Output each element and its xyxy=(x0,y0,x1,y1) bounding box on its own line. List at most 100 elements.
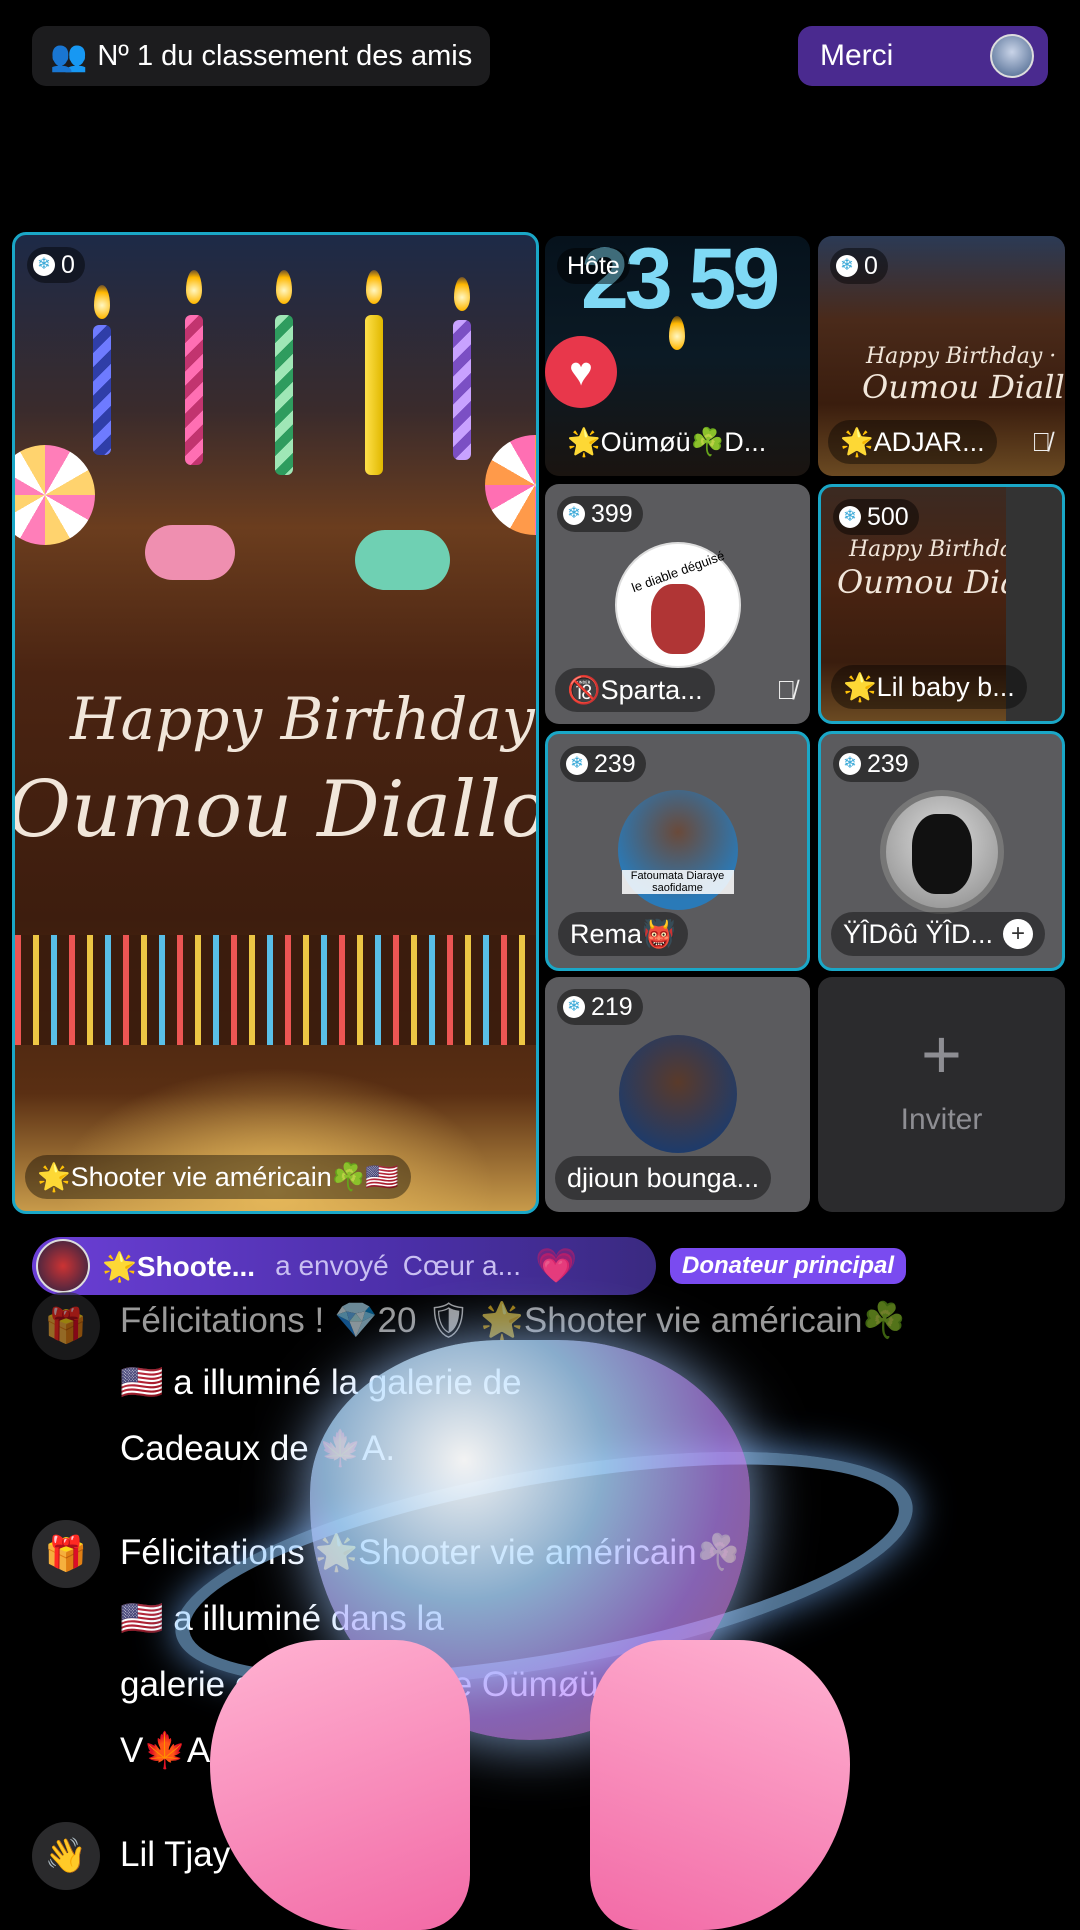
invite-button[interactable]: + Inviter xyxy=(818,977,1065,1212)
cake-text-line1: Happy Birthday · xyxy=(70,685,539,753)
guest-name: 🌟ADJAR... xyxy=(840,427,985,457)
cake-text-line2: Oumou Diallo xyxy=(12,765,539,855)
macaron-decoration xyxy=(355,530,450,590)
chat-message: Félicitations 🌟Shooter vie américain☘️ 🇺… xyxy=(120,1520,1050,1784)
mic-muted-icon: 🎙̸ xyxy=(1031,427,1052,457)
mask-image xyxy=(650,584,705,654)
wave-hand-icon: 👋 xyxy=(32,1822,100,1890)
ranking-label: Nº 1 du classement des amis xyxy=(97,39,473,72)
heart-gift-icon: 💗 xyxy=(534,1247,578,1285)
gem-count: 500 xyxy=(867,502,909,531)
guest-tile[interactable]: le diable déguisé ❄ 399 🔞Sparta... 🎙̸ xyxy=(545,484,810,724)
chat-line: Cadeaux de 🍁A. xyxy=(120,1429,396,1468)
guest-name-label: ŸÎDôû ŸÎD... + xyxy=(831,912,1046,956)
gem-count-badge: ❄ 239 xyxy=(560,746,646,782)
gem-icon: ❄ xyxy=(836,255,858,277)
guest-tile[interactable]: ❄ 239 ŸÎDôû ŸÎD... + xyxy=(818,731,1065,971)
gift-sender: 🌟Shoote... xyxy=(102,1250,256,1282)
chat-line: galerie de Cadeaux de Oümøü elløᅠ🍂S🌿 xyxy=(120,1665,808,1704)
gem-count: 239 xyxy=(867,749,909,778)
gift-icon: 🎁 xyxy=(32,1292,100,1360)
friends-icon: 👥 xyxy=(50,39,88,73)
guest-avatar xyxy=(879,790,1004,914)
gem-icon: ❄ xyxy=(839,506,861,528)
gem-count: 399 xyxy=(591,499,633,528)
plus-icon: + xyxy=(921,1015,962,1093)
candle-flame xyxy=(276,270,292,304)
gem-icon: ❄ xyxy=(33,254,55,276)
gem-icon: ❄ xyxy=(563,996,585,1018)
gem-count: 0 xyxy=(61,250,75,279)
guest-tile[interactable]: Fatoumata Diaraye saofidame ❄ 239 Rema👹 xyxy=(545,731,810,971)
gem-count-badge: ❄ 219 xyxy=(557,989,643,1025)
lollipop-decoration xyxy=(15,445,95,545)
thanks-button[interactable]: Merci xyxy=(798,26,1048,86)
macaron-decoration xyxy=(145,525,235,580)
guest-tile[interactable]: ❄ 219 djioun bounga... xyxy=(545,977,810,1212)
mic-muted-icon: 🎙̸ xyxy=(776,675,797,705)
chat-line: 🇺🇸 a illuminé la galerie de xyxy=(120,1363,522,1402)
candle-flame xyxy=(94,285,110,319)
sender-avatar xyxy=(36,1239,90,1293)
guest-name: 🌟Oümøü☘️D... xyxy=(567,427,767,457)
sprinkles-band xyxy=(15,935,536,1045)
host-name: 🌟Shooter vie américain☘️🇺🇸 xyxy=(37,1162,399,1192)
guest-name-label: 🌟Lil baby b... xyxy=(831,665,1027,709)
chat-message: Félicitations ! 💎20 🛡 🌟Shooter vie améri… xyxy=(120,1288,1050,1354)
gift-name: Cœur a... xyxy=(402,1250,521,1281)
guest-name-label: Rema👹 xyxy=(558,912,688,956)
host-badge: Hôte xyxy=(557,248,630,284)
guest-name-label: 🌟ADJAR... xyxy=(828,420,997,464)
guest-tile-host[interactable]: 23 59 ♥ Hôte 🌟Oümøü☘️D... xyxy=(545,236,810,476)
chat-message: 🇺🇸 a illuminé la galerie de Cadeaux de 🍁… xyxy=(120,1350,1050,1482)
candle-flame xyxy=(186,270,202,304)
candle xyxy=(453,320,471,460)
gem-count: 0 xyxy=(864,251,878,280)
candle xyxy=(93,325,111,455)
chat-line: Lil Tjay a rejoint xyxy=(120,1835,365,1874)
gem-count: 219 xyxy=(591,992,633,1021)
thanks-label: Merci xyxy=(820,39,894,72)
guest-tile[interactable]: Happy Birthday · Oumou Diallo ❄ 0 🌟ADJAR… xyxy=(818,236,1065,476)
follow-plus-icon[interactable]: + xyxy=(1003,919,1034,949)
candle xyxy=(365,315,383,475)
gem-count: 239 xyxy=(594,749,636,778)
guest-tile[interactable]: Happy Birthday · Oumou Diallo ❄ 500 🌟Lil… xyxy=(818,484,1065,724)
guest-name-label: 🌟Oümøü☘️D... xyxy=(555,420,810,464)
chat-line: Félicitations ! 💎20 🛡 🌟Shooter vie améri… xyxy=(120,1301,907,1340)
candle-flame xyxy=(366,270,382,304)
candle-flame xyxy=(454,277,470,311)
candle-flame xyxy=(669,316,685,350)
gem-count-badge: ❄ 500 xyxy=(833,499,919,535)
chat-line: Félicitations 🌟Shooter vie américain☘️ xyxy=(120,1533,741,1572)
guest-name: Rema👹 xyxy=(570,919,676,949)
gift-action: a envoyé xyxy=(275,1250,389,1281)
friends-ranking-pill[interactable]: 👥 Nº 1 du classement des amis xyxy=(32,26,491,86)
masked-face-image xyxy=(911,814,972,894)
gem-count-badge: ❄ 239 xyxy=(833,746,919,782)
guest-name: djioun bounga... xyxy=(567,1162,760,1193)
chat-line: 🇺🇸 a illuminé dans la xyxy=(120,1599,444,1638)
host-badge-label: Hôte xyxy=(567,251,620,280)
invite-label: Inviter xyxy=(900,1103,983,1136)
guest-name: ŸÎDôû ŸÎD... xyxy=(843,918,994,949)
gem-icon: ❄ xyxy=(566,753,588,775)
guest-name: 🔞Sparta... xyxy=(567,675,703,705)
guest-avatar: Fatoumata Diaraye saofidame xyxy=(617,790,738,910)
gift-notification-bar: 🌟Shoote... a envoyé Cœur a... 💗 xyxy=(32,1237,656,1295)
cake-text-line2: Oumou Diallo xyxy=(862,368,1065,406)
gem-count-badge: ❄ 0 xyxy=(27,247,85,283)
candle xyxy=(185,315,203,465)
avatar-caption: Fatoumata Diaraye saofidame xyxy=(621,870,734,894)
host-video-tile[interactable]: Happy Birthday · Oumou Diallo ❄ 0 🌟Shoot… xyxy=(12,232,539,1214)
gem-icon: ❄ xyxy=(563,503,585,525)
thanks-avatar xyxy=(990,34,1034,78)
gem-icon: ❄ xyxy=(839,753,861,775)
lollipop-decoration xyxy=(485,435,536,535)
guest-avatar: le diable déguisé xyxy=(614,542,741,668)
guest-name-label: djioun bounga... xyxy=(555,1156,772,1200)
chat-message: Lil Tjay a rejoint xyxy=(120,1822,364,1888)
top-donor-badge: Donateur principal xyxy=(670,1248,907,1284)
donor-label: Donateur principal xyxy=(682,1252,895,1279)
gift-icon: 🎁 xyxy=(32,1520,100,1588)
